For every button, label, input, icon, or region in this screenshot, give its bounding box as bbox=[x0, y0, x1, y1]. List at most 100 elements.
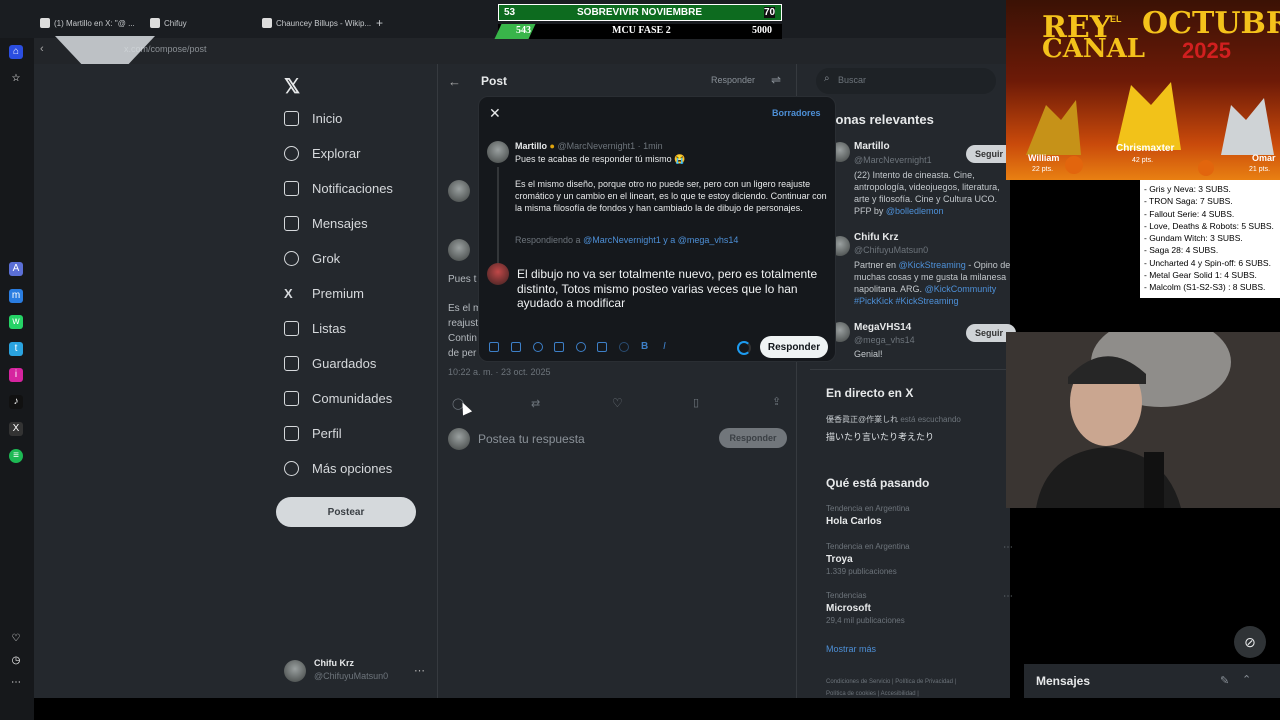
trend-more-icon[interactable]: ⋯ bbox=[1003, 542, 1013, 553]
more-icon[interactable]: ⋯ bbox=[9, 676, 23, 690]
close-icon[interactable]: ✕ bbox=[489, 105, 501, 122]
nav-messages[interactable]: Mensajes bbox=[284, 216, 368, 231]
nav-profile[interactable]: Perfil bbox=[284, 426, 342, 441]
avatar[interactable] bbox=[448, 239, 470, 261]
banner-right: 5000 bbox=[752, 25, 772, 36]
back-arrow-icon[interactable]: ← bbox=[448, 74, 461, 89]
home-icon[interactable]: ⌂ bbox=[9, 45, 23, 59]
nav-notifications[interactable]: Notificaciones bbox=[284, 181, 393, 196]
trend-name[interactable]: Microsoft bbox=[826, 603, 871, 614]
tab-label: Chauncey Billups - Wikip... bbox=[276, 18, 372, 28]
tiktok-icon[interactable]: ♪ bbox=[9, 395, 23, 409]
arc-icon[interactable]: A bbox=[9, 262, 23, 276]
nav-bookmarks[interactable]: Guardados bbox=[284, 356, 376, 371]
avatar[interactable] bbox=[448, 180, 470, 202]
thread-line bbox=[497, 167, 499, 267]
person-name[interactable]: MegaVHS14 bbox=[854, 322, 911, 333]
address-bar[interactable]: ‹ x.com/compose/post bbox=[34, 38, 1010, 64]
like-icon[interactable]: ♡ bbox=[612, 396, 623, 410]
bio-link[interactable]: @bolledlemon bbox=[886, 206, 944, 216]
pin-icon[interactable]: ☆ bbox=[9, 72, 23, 86]
reply-submit-button[interactable]: Responder bbox=[760, 336, 828, 358]
history-icon[interactable]: ◷ bbox=[9, 654, 23, 668]
reply-submit-button[interactable]: Responder bbox=[719, 428, 787, 448]
nav-premium[interactable]: X Premium bbox=[284, 286, 364, 301]
account-avatar[interactable] bbox=[284, 660, 306, 682]
gif-icon[interactable] bbox=[511, 342, 521, 352]
grok-icon[interactable] bbox=[533, 342, 543, 352]
share-icon[interactable]: ⇪ bbox=[772, 395, 781, 408]
trend-name[interactable]: Hola Carlos bbox=[826, 516, 882, 527]
bold-icon[interactable]: B bbox=[641, 341, 648, 352]
banner-row1: 53 SOBREVIVIR NOVIEMBRE 70 bbox=[498, 4, 782, 21]
reply-textarea[interactable]: El dibujo no va ser totalmente nuevo, pe… bbox=[517, 267, 831, 311]
x-icon[interactable]: X bbox=[9, 422, 23, 436]
rey-second-pts: 22 pts. bbox=[1032, 166, 1054, 173]
new-tab-button[interactable]: + bbox=[376, 14, 383, 32]
grok-float-icon[interactable]: ⊘ bbox=[1234, 626, 1266, 658]
post-button[interactable]: Postear bbox=[276, 497, 416, 527]
replying-users[interactable]: @MarcNevernight1 y a @mega_vhs14 bbox=[583, 235, 738, 245]
chevron-up-icon[interactable]: ⌃ bbox=[1242, 673, 1251, 686]
streamer-silhouette bbox=[1006, 332, 1280, 508]
instagram-icon[interactable]: i bbox=[9, 368, 23, 382]
heart-icon[interactable]: ♡ bbox=[9, 632, 23, 646]
back-icon[interactable]: ‹ bbox=[40, 43, 44, 55]
media-icon[interactable] bbox=[489, 342, 499, 352]
reply-input[interactable]: Postea tu respuesta bbox=[478, 432, 585, 446]
repost-icon[interactable]: ⇄ bbox=[531, 397, 540, 410]
footer-link[interactable]: Condiciones de Servicio bbox=[826, 679, 890, 685]
messages-drawer[interactable]: Mensajes ✎ ⌃ bbox=[1024, 664, 1280, 698]
nav-communities[interactable]: Comunidades bbox=[284, 391, 392, 406]
footer-link[interactable]: Accesibilidad bbox=[881, 691, 916, 697]
search-icon: ⌕ bbox=[824, 73, 830, 84]
x-logo-icon[interactable]: 𝕏 bbox=[284, 74, 300, 99]
subs-item: - Gundam Witch: 3 SUBS. bbox=[1144, 233, 1243, 244]
spotify-icon[interactable]: ≡ bbox=[9, 449, 23, 463]
poll-icon[interactable] bbox=[554, 342, 564, 352]
subs-item: - TRON Saga: 7 SUBS. bbox=[1144, 196, 1233, 207]
subs-item: - Uncharted 4 y Spin-off: 6 SUBS. bbox=[1144, 257, 1271, 268]
live-user-name: 優香眞正@作業しれ bbox=[826, 415, 899, 424]
person-name[interactable]: Martillo bbox=[854, 141, 890, 152]
subs-item: - Saga 28: 4 SUBS. bbox=[1144, 245, 1219, 256]
drafts-button[interactable]: Borradores bbox=[772, 108, 821, 118]
show-more-link[interactable]: Mostrar más bbox=[826, 644, 876, 654]
nav-lists[interactable]: Listas bbox=[284, 321, 346, 336]
header-reply-button[interactable]: Responder bbox=[711, 75, 755, 85]
messenger-icon[interactable]: m bbox=[9, 289, 23, 303]
author-handle: @MarcNevernight1 · 1min bbox=[557, 141, 663, 151]
nav-home[interactable]: Inicio bbox=[284, 111, 342, 126]
live-text[interactable]: 描いたり言いたり考えたり bbox=[826, 430, 934, 443]
search-input[interactable]: ⌕ Buscar bbox=[816, 68, 996, 94]
search-icon bbox=[284, 146, 299, 161]
envelope-icon bbox=[284, 216, 299, 231]
trend-more-icon[interactable]: ⋯ bbox=[1003, 591, 1013, 602]
tab-wikipedia[interactable]: Chauncey Billups - Wikip... bbox=[262, 14, 371, 32]
telegram-icon[interactable]: t bbox=[9, 342, 23, 356]
nav-grok[interactable]: Grok bbox=[284, 251, 340, 266]
nav-explore[interactable]: Explorar bbox=[284, 146, 360, 161]
author-name[interactable]: Martillo bbox=[515, 141, 547, 151]
new-message-icon[interactable]: ✎ bbox=[1220, 674, 1229, 687]
author-avatar[interactable] bbox=[487, 141, 509, 163]
trend-name[interactable]: Troya bbox=[826, 554, 853, 565]
location-icon[interactable] bbox=[619, 342, 629, 352]
footer-link[interactable]: Política de cookies bbox=[826, 691, 876, 697]
emoji-icon[interactable] bbox=[576, 342, 586, 352]
footer-link[interactable]: Política de Privacidad bbox=[895, 679, 953, 685]
nav-more[interactable]: Más opciones bbox=[284, 461, 392, 476]
italic-icon[interactable]: I bbox=[663, 341, 666, 352]
left-nav: 𝕏 Inicio Explorar Notificaciones Mensaje… bbox=[276, 64, 436, 698]
filter-icon[interactable]: ⇌ bbox=[771, 73, 781, 87]
person-handle: @ChifuyuMatsun0 bbox=[854, 245, 929, 255]
live-user[interactable]: 優香眞正@作業しれ está escuchando bbox=[826, 414, 961, 425]
bio-link[interactable]: @KickStreaming bbox=[899, 260, 966, 270]
right-sidebar: ⌕ Buscar ersonas relevantes Martillo @Ma… bbox=[810, 64, 1016, 698]
whatsapp-icon[interactable]: w bbox=[9, 315, 23, 329]
schedule-icon[interactable] bbox=[597, 342, 607, 352]
bookmark-icon[interactable]: ▯ bbox=[693, 396, 699, 409]
nav-label: Mensajes bbox=[312, 216, 368, 231]
person-name[interactable]: Chifu Krz bbox=[854, 232, 898, 243]
account-menu-icon[interactable]: ⋯ bbox=[414, 664, 425, 677]
